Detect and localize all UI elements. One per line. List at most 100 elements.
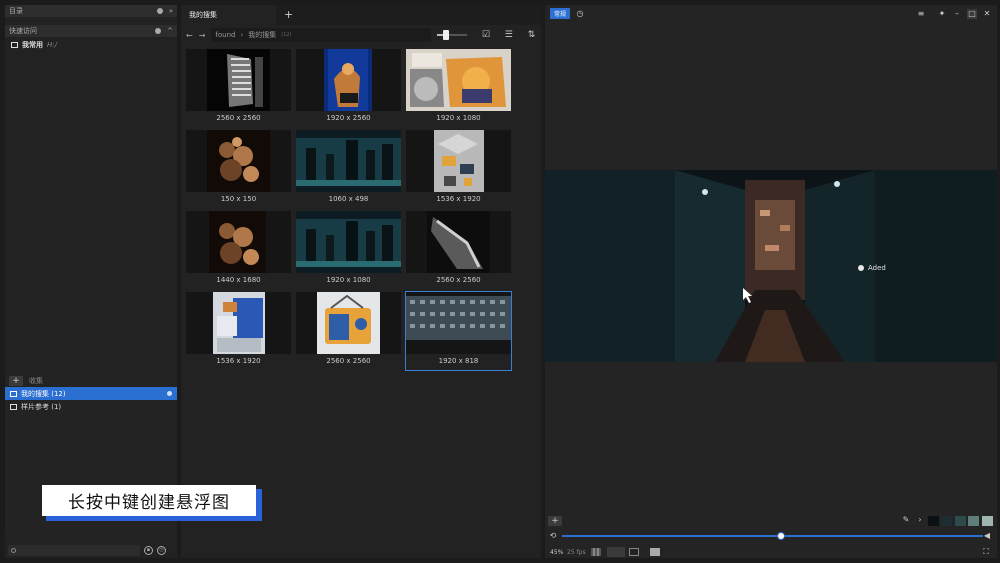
image-dimensions: 1920 x 1080 <box>326 276 371 284</box>
loop-icon[interactable]: ⟲ <box>548 531 558 541</box>
history-icon[interactable]: ◷ <box>157 545 166 555</box>
minimize-icon[interactable]: – <box>952 9 962 19</box>
browser-toolbar: ← → found › 我的搜集 (12) ☑ ☰ ⇅ <box>181 25 541 45</box>
image-dimensions: 2560 x 2560 <box>326 357 371 365</box>
trash-icon[interactable]: ▪ <box>144 545 153 555</box>
image-dimensions: 1060 x 498 <box>328 195 369 203</box>
breadcrumb-count: (12) <box>281 32 292 38</box>
chevron-right-icon: › <box>240 31 244 39</box>
playback-controls: + ✎ › ⟲ ◀ 45% 25 fps ⛶ <box>545 508 997 558</box>
filter-icon[interactable]: ⇅ <box>527 30 536 40</box>
close-icon[interactable]: ✕ <box>982 9 992 19</box>
collection-title: 收集 <box>29 377 43 385</box>
palette-swatch[interactable] <box>968 516 979 526</box>
thumbnail-item[interactable]: 1920 x 2560 <box>296 49 401 127</box>
thumbnail-item[interactable]: 150 x 150 <box>186 130 291 208</box>
document-icon[interactable] <box>650 548 660 556</box>
tab-my-collection[interactable]: 我的搜集 <box>181 5 276 25</box>
image-dimensions: 1920 x 1080 <box>436 114 481 122</box>
scale-icon[interactable] <box>607 547 625 557</box>
metal-render-image <box>406 211 511 273</box>
image-folder-icon <box>10 403 17 410</box>
quick-access-title: 快速访问 <box>9 27 37 35</box>
thumbnail-item[interactable]: 1536 x 1920 <box>186 292 291 370</box>
fps-readout: 25 fps <box>567 549 586 556</box>
collection-label: 我的搜集 (12) <box>21 389 66 398</box>
palette-swatch[interactable] <box>928 516 939 526</box>
pin-icon[interactable]: ^ <box>167 27 173 35</box>
collection-header: + 收集 <box>5 375 177 387</box>
screenshot-icon[interactable] <box>629 548 639 556</box>
eye-icon[interactable] <box>155 27 162 34</box>
back-arrow-icon[interactable]: ← <box>186 31 193 40</box>
folder-icon <box>11 42 18 48</box>
pin-icon[interactable]: ✦ <box>937 9 947 19</box>
breadcrumb: found › 我的搜集 (12) <box>211 28 432 42</box>
forward-arrow-icon[interactable]: → <box>199 31 206 40</box>
city-night-image <box>296 211 401 273</box>
browser-panel: 我的搜集 + ← → found › 我的搜集 (12) ☑ ☰ ⇅ 2560 … <box>181 5 541 558</box>
search-icon <box>11 547 16 553</box>
image-dimensions: 1920 x 2560 <box>326 114 371 122</box>
app-window: 目录 » 快速访问 ^ 我常用 H:/ + 收集 我的搜集 (12) 样片参考 … <box>0 0 1000 563</box>
thumbnail-item[interactable]: 2560 x 2560 <box>406 211 511 289</box>
play-small-icon[interactable]: › <box>915 515 925 525</box>
sort-icon[interactable]: ☰ <box>504 30 513 40</box>
add-button[interactable]: + <box>548 516 562 526</box>
thumbnail-item[interactable]: 1920 x 1080 <box>406 49 511 127</box>
image-viewer[interactable]: Aded <box>545 170 997 362</box>
search-input[interactable] <box>8 544 140 556</box>
image-dimensions: 150 x 150 <box>220 195 257 203</box>
checkbox-icon[interactable]: ☑ <box>481 30 490 40</box>
breadcrumb-current[interactable]: 我的搜集 <box>248 30 276 40</box>
history-icon[interactable]: ◷ <box>575 9 585 19</box>
slider-handle[interactable] <box>443 30 449 40</box>
palette-swatch[interactable] <box>982 516 993 526</box>
seek-handle[interactable] <box>776 532 785 540</box>
breadcrumb-root[interactable]: found <box>215 31 235 39</box>
sidebar-footer: ▪ ◷ <box>5 542 177 558</box>
quick-item-frequent[interactable]: 我常用 H:/ <box>5 37 177 53</box>
thumbnail-size-slider[interactable] <box>437 30 468 40</box>
quick-access-section: 快速访问 ^ 我常用 H:/ <box>5 25 177 53</box>
thumbnail-item[interactable]: 1440 x 1680 <box>186 211 291 289</box>
collapse-icon[interactable]: » <box>169 7 173 15</box>
image-dimensions: 1920 x 818 <box>438 357 479 365</box>
directory-title: 目录 <box>9 7 23 15</box>
checker-icon[interactable] <box>591 548 601 556</box>
mode-badge[interactable]: 常规 <box>550 8 571 19</box>
left-sidebar: 目录 » 快速访问 ^ 我常用 H:/ + 收集 我的搜集 (12) 样片参考 … <box>5 5 177 558</box>
hint-banner: 长按中键创建悬浮图 <box>42 485 262 521</box>
thumbnail-item[interactable]: 1920 x 1080 <box>296 211 401 289</box>
thumbnail-item[interactable]: 1536 x 1920 <box>406 130 511 208</box>
new-tab-button[interactable]: + <box>276 5 301 25</box>
thumbnail-item[interactable]: 1060 x 498 <box>296 130 401 208</box>
thumbnail-item[interactable]: 2560 x 2560 <box>296 292 401 370</box>
menu-icon[interactable]: ≡ <box>916 9 926 19</box>
add-collection-button[interactable]: + <box>9 376 23 386</box>
collection-item-my-collection[interactable]: 我的搜集 (12) <box>5 387 177 400</box>
collection-item-sample-reference[interactable]: 样片参考 (1) <box>5 400 177 413</box>
maximize-icon[interactable]: □ <box>967 8 977 19</box>
hint-text: 长按中键创建悬浮图 <box>42 485 256 516</box>
dark-alley-image: Aded <box>545 170 997 362</box>
quick-access-header: 快速访问 ^ <box>5 25 177 37</box>
volume-icon[interactable]: ◀ <box>982 531 992 541</box>
viewer-overlay-text: Aded <box>868 264 886 272</box>
palette-swatch[interactable] <box>955 516 966 526</box>
eye-icon[interactable] <box>156 7 163 14</box>
illustration-poster-image <box>406 49 511 111</box>
eyedropper-icon[interactable]: ✎ <box>901 515 911 525</box>
thumbnail-item[interactable]: 2560 x 2560 <box>186 49 291 127</box>
preview-panel: 常规 ◷ ≡ ✦ – □ ✕ Aded + ✎ › ⟲ ◀ 45% 25 fps… <box>545 5 997 558</box>
thumbnail-item-selected[interactable]: 1920 x 818 <box>405 291 512 371</box>
isometric-blocks-image <box>406 130 511 192</box>
palette-swatch[interactable] <box>941 516 952 526</box>
fullscreen-icon[interactable]: ⛶ <box>981 547 991 557</box>
image-dimensions: 2560 x 2560 <box>216 114 261 122</box>
quick-item-label: 我常用 <box>22 41 43 49</box>
xray-skeleton-image <box>186 49 291 111</box>
zoom-level: 45% <box>550 549 564 556</box>
settings-icon[interactable] <box>167 391 172 396</box>
seek-bar[interactable] <box>562 535 983 537</box>
